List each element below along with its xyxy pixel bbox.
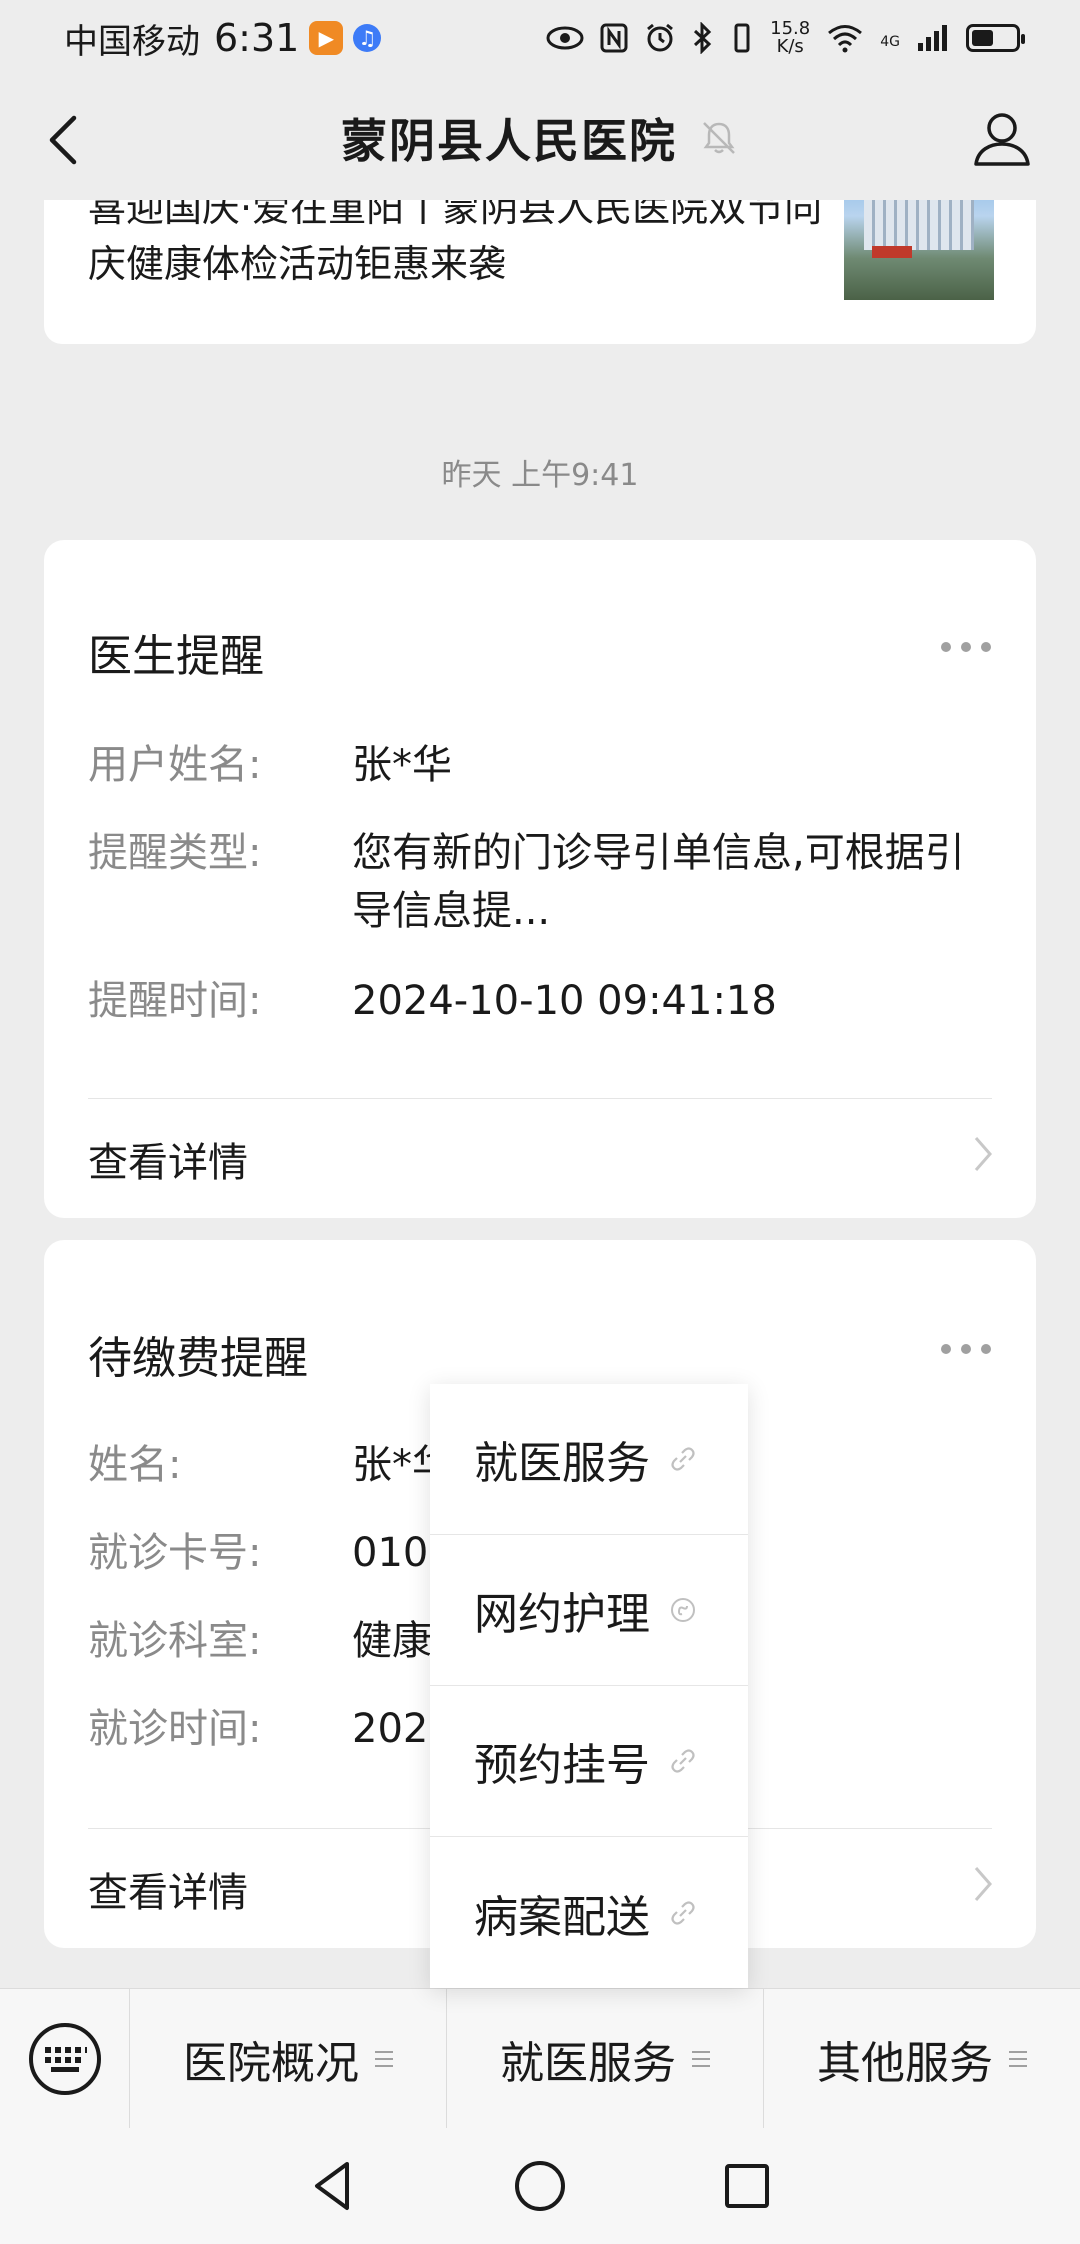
field-row-reminder-time: 提醒时间: 2024-10-10 09:41:18 [88, 972, 992, 1030]
vibrate-icon [734, 23, 750, 53]
miniprogram-icon [671, 1598, 695, 1622]
eye-icon [546, 26, 584, 50]
link-icon [671, 1900, 695, 1925]
nav-back-triangle-icon[interactable] [303, 2156, 363, 2216]
field-label: 用户姓名: [88, 742, 262, 788]
menu-tab-other-services[interactable]: 其他服务 [764, 1989, 1080, 2129]
carrier-name: 中国移动 [64, 21, 200, 62]
chevron-right-icon [974, 1137, 992, 1171]
bluetooth-icon [694, 22, 712, 54]
doctor-reminder-card[interactable]: 医生提醒 用户姓名: 张*华 提醒类型: 您有新的门诊导引单信息,可根据引导信息… [44, 540, 1036, 1218]
status-bar: 中国移动 6:31 ▶ ♫ 15.8 K/s 4G [0, 0, 1080, 76]
menu-tab-medical-service[interactable]: 就医服务 [447, 1988, 764, 2129]
article-title: 喜迎国庆·爱在重阳丨蒙阴县人民医院双节同庆健康体检活动钜惠来袭 [88, 200, 823, 286]
submenu-item-record-delivery[interactable]: 病案配送 [430, 1837, 748, 1988]
back-arrow-icon[interactable] [40, 112, 90, 168]
submenu-item-label: 网约护理 [474, 1589, 650, 1640]
field-row-reminder-type: 提醒类型: 您有新的门诊导引单信息,可根据引导信息提... [88, 824, 992, 940]
thumbnail-sign [872, 246, 912, 258]
field-value: 张*华 [352, 742, 452, 788]
menu-tab-hospital-overview[interactable]: 医院概况 [130, 1988, 447, 2129]
nav-home-circle-icon[interactable] [510, 2156, 570, 2216]
nfc-icon [600, 23, 628, 53]
divider [88, 1098, 992, 1099]
keyboard-icon [28, 2022, 101, 2095]
field-label: 就诊卡号: [88, 1530, 262, 1576]
link-icon [671, 1749, 695, 1773]
clock-time: 6:31 [214, 16, 300, 60]
system-navigation-bar [0, 2128, 1080, 2244]
field-label: 提醒类型: [88, 830, 262, 876]
wifi-icon [828, 25, 863, 53]
menu-tab-label: 其他服务 [817, 2037, 993, 2089]
service-submenu: 就医服务 网约护理 预约挂号 病案配送 [430, 1384, 748, 1988]
video-app-icon: ▶ [309, 21, 344, 55]
network-speed: 15.8 K/s [770, 20, 810, 56]
submenu-lines-icon [375, 2050, 393, 2067]
view-details-link[interactable]: 查看详情 [88, 1860, 248, 1918]
field-row-user-name: 用户姓名: 张*华 [88, 736, 992, 794]
alarm-icon [647, 23, 674, 52]
status-right: 15.8 K/s 4G [546, 20, 1025, 56]
message-timestamp: 昨天 上午9:41 [441, 458, 639, 493]
submenu-item-online-nursing[interactable]: 网约护理 [430, 1535, 748, 1686]
signal-icon [918, 25, 947, 51]
status-left: 中国移动 6:31 ▶ ♫ [64, 14, 382, 63]
submenu-item-medical-service[interactable]: 就医服务 [430, 1384, 748, 1535]
chevron-right-icon [974, 1867, 992, 1901]
submenu-item-appointment[interactable]: 预约挂号 [430, 1686, 748, 1837]
field-label: 姓名: [88, 1442, 182, 1488]
link-icon [671, 1447, 695, 1471]
menu-tab-label: 医院概况 [183, 2037, 359, 2089]
submenu-item-label: 病案配送 [474, 1891, 650, 1943]
more-icon[interactable] [940, 640, 992, 654]
more-icon[interactable] [940, 1342, 992, 1356]
field-label: 就诊科室: [88, 1618, 262, 1664]
submenu-lines-icon [1009, 2050, 1027, 2067]
field-label: 就诊时间: [88, 1706, 262, 1752]
network-type: 4G [880, 34, 900, 50]
profile-icon[interactable] [970, 106, 1034, 170]
submenu-item-label: 预约挂号 [474, 1740, 650, 1791]
card-title: 医生提醒 [88, 631, 264, 682]
card-title: 待缴费提醒 [88, 1333, 308, 1384]
thumbnail-building [864, 200, 974, 250]
article-card[interactable]: 喜迎国庆·爱在重阳丨蒙阴县人民医院双节同庆健康体检活动钜惠来袭 [44, 200, 1036, 344]
submenu-item-label: 就医服务 [474, 1438, 650, 1489]
field-value: 2024-10-10 09:41:18 [352, 978, 777, 1024]
page-title: 蒙阴县人民医院 [341, 114, 677, 168]
field-value: 您有新的门诊导引单信息,可根据引导信息提... [352, 830, 965, 934]
nav-bar: 蒙阴县人民医院 [0, 76, 1080, 200]
article-thumbnail [844, 200, 994, 300]
music-app-icon: ♫ [353, 24, 382, 52]
mute-bell-icon [703, 122, 735, 154]
submenu-lines-icon [692, 2050, 710, 2067]
network-speed-unit: K/s [776, 36, 804, 57]
nav-recents-square-icon[interactable] [717, 2156, 777, 2216]
battery-icon [966, 24, 1025, 52]
bottom-menu-bar: 医院概况 就医服务 其他服务 [0, 1988, 1080, 2129]
view-details-link[interactable]: 查看详情 [88, 1130, 248, 1188]
field-label: 提醒时间: [88, 978, 262, 1024]
keyboard-toggle-button[interactable] [0, 1988, 130, 2129]
menu-tab-label: 就医服务 [500, 2037, 676, 2089]
